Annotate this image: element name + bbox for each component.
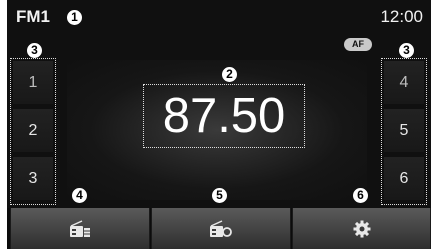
callout-1: 1 xyxy=(67,10,82,25)
callout-2: 2 xyxy=(222,67,237,82)
callout-3-right: 3 xyxy=(399,43,414,58)
callout-3-left: 3 xyxy=(27,43,42,58)
frequency-value: 87.50 xyxy=(162,89,286,143)
callout-6: 6 xyxy=(353,188,368,203)
preset-button-3[interactable]: 3 xyxy=(13,157,53,200)
radio-search-button[interactable] xyxy=(151,208,291,249)
clock: 12:00 xyxy=(380,7,423,26)
preset-button-6[interactable]: 6 xyxy=(384,157,424,200)
gear-icon xyxy=(353,220,370,237)
preset-button-2[interactable]: 2 xyxy=(13,109,53,152)
af-badge: AF xyxy=(344,38,372,51)
preset-column-left: 1 2 3 xyxy=(10,58,56,205)
preset-button-1[interactable]: 1 xyxy=(13,61,53,104)
callout-4: 4 xyxy=(72,188,87,203)
band-label: FM1 xyxy=(16,7,50,26)
frequency-display: 87.50 xyxy=(143,84,305,148)
preset-button-5[interactable]: 5 xyxy=(384,109,424,152)
preset-column-right: 4 5 6 xyxy=(381,58,427,205)
soft-key-bar xyxy=(7,208,431,249)
radio-search-icon xyxy=(210,219,232,237)
radio-screen: FM1 12:00 AF 1 2 3 4 5 6 87.50 1 2 3 3 4… xyxy=(7,0,431,249)
preset-button-4[interactable]: 4 xyxy=(384,61,424,104)
radio-list-icon xyxy=(70,219,90,237)
callout-5: 5 xyxy=(212,188,227,203)
settings-button[interactable] xyxy=(292,208,431,249)
radio-list-button[interactable] xyxy=(10,208,150,249)
